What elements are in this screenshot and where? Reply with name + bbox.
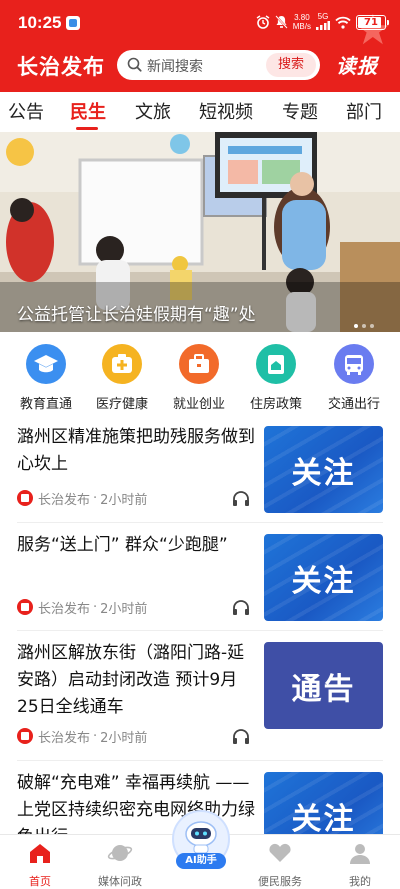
banner-dot bbox=[370, 324, 374, 328]
tab-active-indicator bbox=[76, 127, 98, 130]
tab-special[interactable]: 专题 bbox=[282, 98, 318, 124]
quick-link-employment[interactable]: 就业创业 bbox=[161, 340, 237, 412]
search-placeholder: 新闻搜索 bbox=[147, 59, 203, 75]
signal-bars-icon bbox=[316, 21, 330, 30]
news-title: 潞州区解放东街（潞阳门路-延安路）启动封闭改造 预计9月25日全线通车 bbox=[17, 643, 245, 717]
mute-icon bbox=[275, 15, 288, 29]
medical-kit-icon bbox=[102, 344, 142, 384]
battery-icon: 71 bbox=[356, 14, 389, 30]
news-time: 2小时前 bbox=[100, 492, 148, 508]
headphones-icon[interactable] bbox=[232, 728, 250, 744]
banner-dot bbox=[362, 324, 366, 328]
news-meta: 长治发布 · 2小时前 bbox=[17, 727, 148, 746]
news-title: 潞州区精准施策把助残服务做到心坎上 bbox=[17, 427, 255, 474]
news-thumbnail: 关注 bbox=[264, 772, 383, 834]
source-logo-icon bbox=[17, 728, 33, 744]
divider bbox=[17, 522, 383, 523]
headphones-icon[interactable] bbox=[232, 599, 250, 615]
graduation-cap-icon bbox=[26, 344, 66, 384]
user-icon bbox=[350, 844, 370, 864]
news-item[interactable]: 服务“送上门” 群众“少跑腿” 长治发布 · 2小时前 关注 bbox=[0, 528, 400, 632]
news-thumbnail: 关注 bbox=[264, 534, 383, 621]
news-time: 2小时前 bbox=[100, 601, 148, 617]
banner-pagination bbox=[354, 324, 374, 328]
banner-carousel[interactable]: 公益托管让长治娃假期有“趣”处 bbox=[0, 132, 400, 332]
source-logo-icon bbox=[17, 490, 33, 506]
tab-departments[interactable]: 部门 bbox=[346, 98, 382, 124]
app-title: 长治发布 bbox=[17, 55, 105, 79]
planet-icon bbox=[107, 845, 133, 861]
news-meta: 长治发布 · 2小时前 bbox=[17, 489, 148, 508]
ai-assistant-label[interactable]: AI助手 bbox=[176, 853, 226, 869]
signal-5g: 5G bbox=[316, 12, 330, 32]
news-source: 长治发布 bbox=[38, 492, 91, 508]
quick-link-label: 医疗健康 bbox=[95, 397, 148, 412]
net-speed: 3.80 MB/s bbox=[292, 13, 311, 31]
nav-services[interactable]: 便民服务 bbox=[240, 841, 320, 889]
quick-link-label: 教育直通 bbox=[19, 397, 72, 412]
alarm-icon bbox=[256, 15, 270, 29]
app-header: ★ 10:25 3.80 MB/s 5G 71 长治发布 新闻搜索 搜索 读报 bbox=[0, 0, 400, 92]
news-item[interactable]: 潞州区精准施策把助残服务做到心坎上 长治发布 · 2小时前 关注 bbox=[0, 420, 400, 524]
tab-short-video[interactable]: 短视频 bbox=[199, 98, 253, 124]
headphones-icon[interactable] bbox=[232, 490, 250, 506]
bus-icon bbox=[334, 344, 374, 384]
tab-culture-tourism[interactable]: 文旅 bbox=[135, 98, 171, 124]
briefcase-icon bbox=[179, 344, 219, 384]
divider bbox=[17, 760, 383, 761]
status-icons: 3.80 MB/s 5G 71 bbox=[256, 12, 389, 32]
search-button[interactable]: 搜索 bbox=[266, 53, 316, 77]
read-paper-button[interactable]: 读报 bbox=[336, 50, 378, 79]
news-meta: 长治发布 · 2小时前 bbox=[17, 598, 148, 617]
heart-hands-icon bbox=[269, 843, 291, 862]
tab-livelihood[interactable]: 民生 bbox=[70, 98, 106, 124]
news-source: 长治发布 bbox=[38, 730, 91, 746]
nav-media-inquiry[interactable]: 媒体问政 bbox=[80, 841, 160, 889]
quick-link-label: 住房政策 bbox=[249, 397, 302, 412]
quick-links: 教育直通 医疗健康 就业创业 住房政策 交通出行 bbox=[0, 340, 400, 414]
news-thumbnail: 关注 bbox=[264, 426, 383, 513]
news-item[interactable]: 潞州区解放东街（潞阳门路-延安路）启动封闭改造 预计9月25日全线通车 长治发布… bbox=[0, 636, 400, 760]
quick-link-education[interactable]: 教育直通 bbox=[8, 340, 84, 412]
search-input[interactable]: 新闻搜索 搜索 bbox=[117, 50, 320, 80]
notification-app-icon bbox=[66, 16, 80, 30]
banner-dot bbox=[354, 324, 358, 328]
status-bar: 10:25 3.80 MB/s 5G 71 bbox=[0, 0, 400, 46]
search-icon bbox=[127, 57, 142, 72]
nav-profile[interactable]: 我的 bbox=[320, 841, 400, 889]
news-source: 长治发布 bbox=[38, 601, 91, 617]
banner-caption: 公益托管让长治娃假期有“趣”处 bbox=[17, 305, 256, 325]
news-title: 服务“送上门” 群众“少跑腿” bbox=[17, 535, 228, 555]
quick-link-transport[interactable]: 交通出行 bbox=[316, 340, 392, 412]
status-time: 10:25 bbox=[18, 13, 62, 32]
quick-link-label: 交通出行 bbox=[327, 397, 380, 412]
tab-announcements[interactable]: 公告 bbox=[8, 98, 44, 124]
channel-tabs: 公告 民生 文旅 短视频 专题 部门 bbox=[0, 92, 400, 130]
source-logo-icon bbox=[17, 599, 33, 615]
divider bbox=[17, 630, 383, 631]
quick-link-medical[interactable]: 医疗健康 bbox=[84, 340, 160, 412]
wifi-icon bbox=[335, 16, 351, 29]
news-thumbnail: 通告 bbox=[264, 642, 383, 729]
quick-link-label: 就业创业 bbox=[172, 397, 225, 412]
quick-link-housing[interactable]: 住房政策 bbox=[238, 340, 314, 412]
nav-home[interactable]: 首页 bbox=[0, 841, 80, 889]
news-time: 2小时前 bbox=[100, 730, 148, 746]
house-doc-icon bbox=[256, 344, 296, 384]
home-icon bbox=[30, 844, 50, 863]
